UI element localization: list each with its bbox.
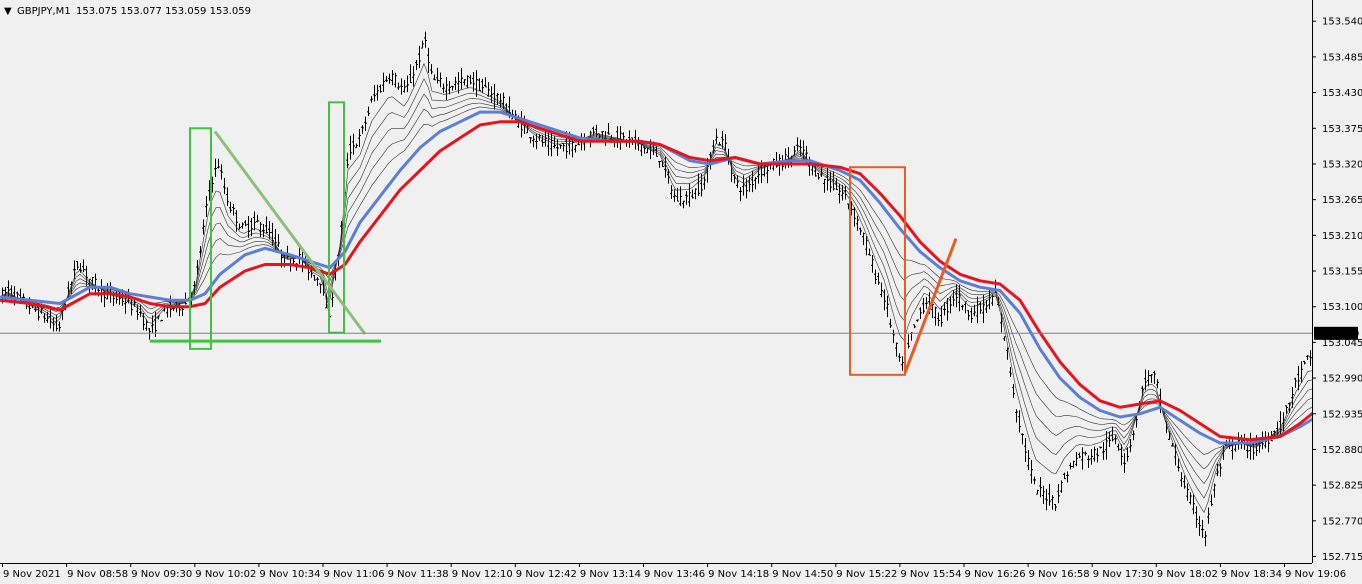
price-tick-label: 153.100 — [1322, 302, 1362, 313]
price-tick-label: 153.540 — [1322, 17, 1362, 28]
time-tick-label: 9 Nov 12:10 — [452, 569, 513, 580]
time-tick-label: 9 Nov 18:02 — [1157, 569, 1218, 580]
current-price-tag: 153.059 — [1314, 326, 1359, 340]
price-tick-label: 153.430 — [1322, 88, 1362, 99]
time-tick-label: 9 Nov 19:06 — [1285, 569, 1346, 580]
current-price-label: 153.059 — [1318, 329, 1359, 340]
time-tick-label: 9 Nov 10:34 — [259, 569, 320, 580]
price-tick-label: 152.990 — [1322, 374, 1362, 385]
chart-header: ▼ GBPJPY,M1 153.075 153.077 153.059 153.… — [4, 6, 251, 17]
time-tick-label: 9 Nov 12:42 — [516, 569, 577, 580]
time-tick-label: 9 Nov 14:18 — [708, 569, 769, 580]
time-tick-label: 9 Nov 13:46 — [644, 569, 705, 580]
time-tick-label: 9 Nov 11:38 — [388, 569, 449, 580]
chart-background — [0, 0, 1362, 584]
price-chart[interactable]: 153.540 153.485 153.430 153.375 153.320 153.2… — [0, 0, 1362, 584]
time-tick-label: 9 Nov 14:50 — [772, 569, 833, 580]
time-tick-label: 9 Nov 2021 — [3, 569, 61, 580]
time-tick-label: 9 Nov 17:30 — [1093, 569, 1154, 580]
time-tick-label: 9 Nov 08:58 — [67, 569, 128, 580]
menu-caret-icon[interactable]: ▼ — [4, 6, 12, 17]
chart-window[interactable]: 153.540 153.485 153.430 153.375 153.320 153.2… — [0, 0, 1362, 584]
price-tick-label: 153.320 — [1322, 159, 1362, 170]
price-tick-label: 152.935 — [1322, 409, 1362, 420]
time-tick-label: 9 Nov 10:02 — [195, 569, 256, 580]
time-tick-label: 9 Nov 15:54 — [900, 569, 961, 580]
price-tick-label: 153.210 — [1322, 231, 1362, 242]
price-axis-panel[interactable] — [1312, 0, 1362, 563]
price-tick-label: 152.715 — [1322, 552, 1362, 563]
ohlc-values: 153.075 153.077 153.059 153.059 — [76, 6, 251, 17]
time-tick-label: 9 Nov 16:26 — [965, 569, 1026, 580]
price-tick-label: 153.265 — [1322, 195, 1362, 206]
price-tick-label: 153.155 — [1322, 267, 1362, 278]
price-tick-label: 152.880 — [1322, 445, 1362, 456]
time-tick-label: 9 Nov 11:06 — [324, 569, 385, 580]
time-tick-label: 9 Nov 16:58 — [1029, 569, 1090, 580]
price-tick-label: 152.770 — [1322, 516, 1362, 527]
time-tick-label: 9 Nov 18:34 — [1221, 569, 1282, 580]
time-tick-label: 9 Nov 09:30 — [131, 569, 192, 580]
price-tick-label: 153.375 — [1322, 124, 1362, 135]
price-tick-label: 153.485 — [1322, 52, 1362, 63]
price-tick-label: 152.825 — [1322, 481, 1362, 492]
symbol-label: GBPJPY,M1 — [17, 6, 71, 17]
time-tick-label: 9 Nov 13:14 — [580, 569, 641, 580]
time-tick-label: 9 Nov 15:22 — [836, 569, 897, 580]
